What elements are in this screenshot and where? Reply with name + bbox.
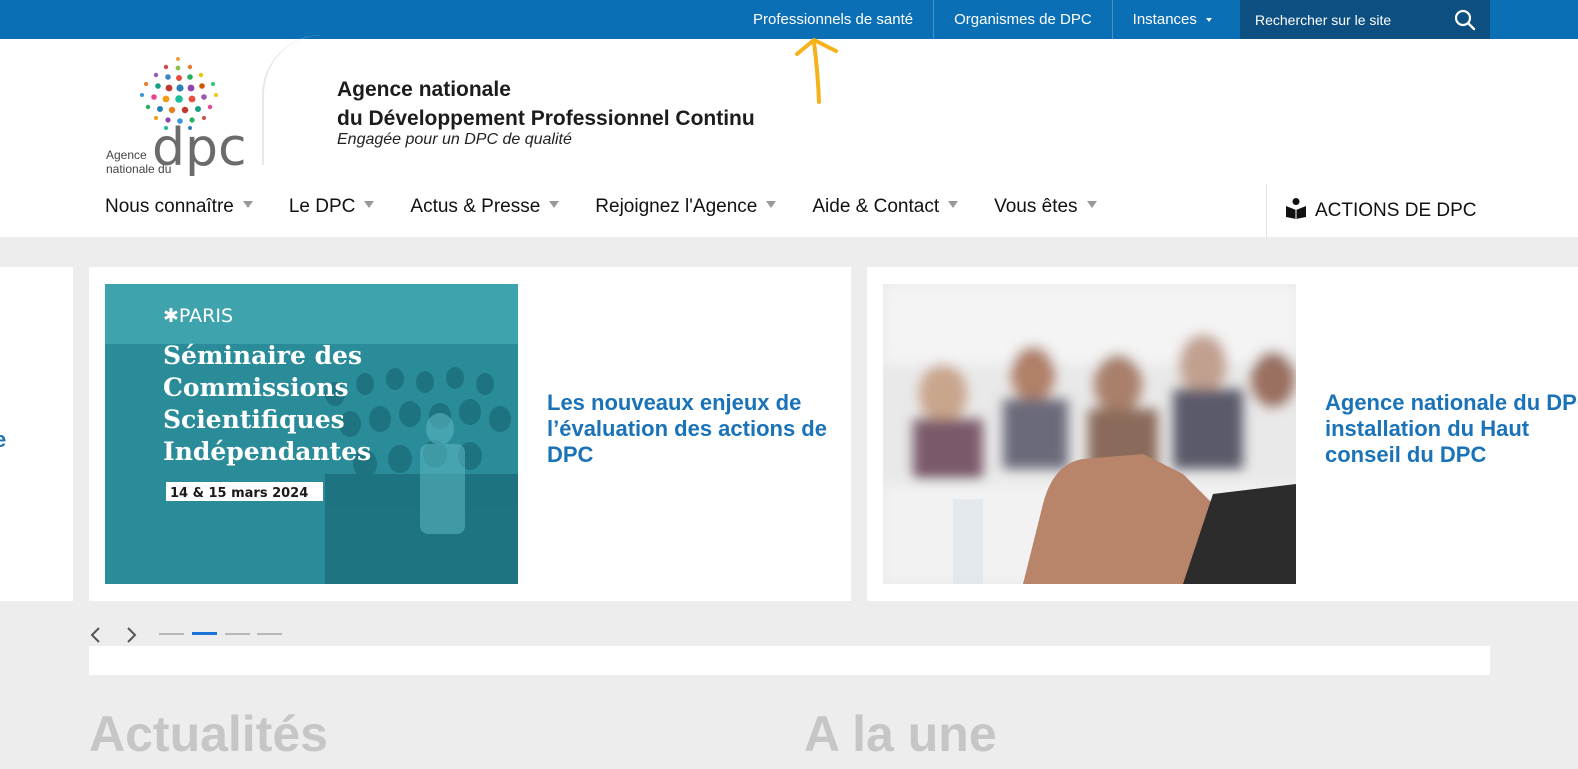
top-link-organismes[interactable]: Organismes de DPC [934, 0, 1113, 39]
search-icon [1454, 9, 1476, 30]
carousel-card-seminaire[interactable]: ✱PARIS Séminaire des Commissions Scienti… [89, 267, 851, 601]
card-title-evaluation[interactable]: Les nouveaux enjeux de l’évaluation des … [547, 390, 842, 468]
carousel-dot-2[interactable] [192, 632, 217, 635]
card-title-haut-conseil[interactable]: Agence nationale du DPC : installation d… [1325, 390, 1578, 468]
site-header: Agence nationale du dpc Agence nationale… [0, 35, 1578, 237]
agency-tagline: Engagée pour un DPC de qualité [337, 131, 572, 148]
svg-text:✱PARIS: ✱PARIS [163, 305, 233, 327]
header-curve [262, 35, 334, 165]
search-button[interactable] [1440, 0, 1490, 39]
top-bar: Professionnels de santé Organismes de DP… [0, 0, 1578, 39]
svg-text:Indépendantes: Indépendantes [163, 437, 371, 466]
search-box [1240, 0, 1490, 39]
carousel-card-prev[interactable]: e [0, 267, 73, 601]
main-nav: Nous connaître Le DPC Actus & Presse Rej… [105, 196, 1133, 218]
content-strip [89, 646, 1490, 675]
nav-item-le-dpc[interactable]: Le DPC [289, 196, 375, 218]
logo-dots-icon: Agence nationale du dpc [106, 57, 247, 178]
actions-dpc-label: ACTIONS DE DPC [1315, 199, 1477, 221]
actions-dpc-button[interactable]: ACTIONS DE DPC [1266, 184, 1578, 237]
svg-text:14 & 15 mars 2024: 14 & 15 mars 2024 [170, 486, 308, 501]
section-heading-a-la-une: A la une [804, 706, 997, 762]
seminar-image[interactable]: ✱PARIS Séminaire des Commissions Scienti… [105, 284, 518, 584]
carousel-dot-3[interactable] [225, 633, 250, 635]
carousel-dot-1[interactable] [159, 633, 184, 635]
nav-item-aide-contact[interactable]: Aide & Contact [812, 196, 958, 218]
nav-item-nous-connaitre[interactable]: Nous connaître [105, 196, 253, 218]
carousel-dot-4[interactable] [257, 633, 282, 635]
top-link-instances[interactable]: Instances [1113, 0, 1232, 39]
card-prev-fragment: e [0, 427, 7, 452]
svg-text:Agence: Agence [106, 148, 147, 162]
svg-text:Scientifiques: Scientifiques [163, 405, 345, 434]
svg-text:dpc: dpc [152, 118, 247, 177]
meeting-image[interactable] [883, 284, 1296, 584]
agency-logo[interactable]: Agence nationale du dpc [100, 53, 260, 178]
svg-text:Séminaire des: Séminaire des [163, 341, 362, 370]
chevron-left-icon [90, 627, 100, 643]
annotation-arrow-icon [795, 38, 838, 104]
section-heading-actualites: Actualités [89, 706, 328, 762]
meeting-photo-graphic [883, 284, 1296, 584]
agency-title: Agence nationale du Développement Profes… [337, 78, 755, 130]
nav-item-actus-presse[interactable]: Actus & Presse [410, 196, 559, 218]
carousel-card-haut-conseil[interactable]: Agence nationale du DPC : installation d… [867, 267, 1578, 601]
nav-item-vous-etes[interactable]: Vous êtes [994, 196, 1096, 218]
book-icon [1285, 197, 1307, 224]
seminar-crowd-graphic: ✱PARIS Séminaire des Commissions Scienti… [105, 284, 518, 584]
search-input[interactable] [1240, 0, 1455, 39]
svg-text:Commissions: Commissions [163, 373, 349, 402]
nav-item-rejoignez[interactable]: Rejoignez l'Agence [595, 196, 776, 218]
chevron-right-icon [127, 627, 137, 643]
